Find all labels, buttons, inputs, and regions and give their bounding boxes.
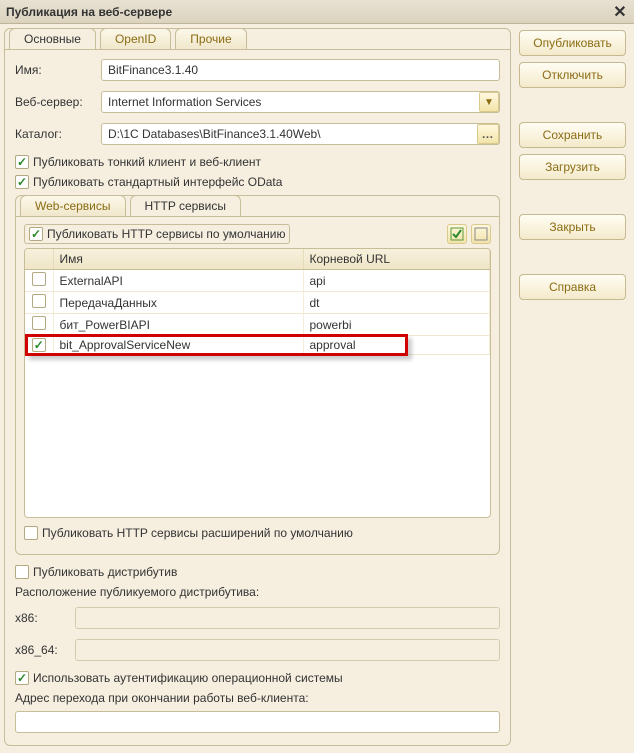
catalog-label: Каталог: bbox=[15, 127, 101, 141]
row-name: бит_PowerBIAPI bbox=[53, 314, 303, 336]
server-dropdown-button[interactable]: ▼ bbox=[479, 92, 499, 112]
table-row[interactable]: ПередачаДанных dt bbox=[25, 292, 490, 314]
distrib-checkbox[interactable] bbox=[15, 565, 29, 579]
title-bar: Публикация на веб-сервере ✕ bbox=[0, 0, 634, 24]
redirect-label: Адрес перехода при окончании работы веб-… bbox=[15, 691, 500, 705]
thin-client-label: Публиковать тонкий клиент и веб-клиент bbox=[33, 155, 261, 169]
odata-label: Публиковать стандартный интерфейс OData bbox=[33, 175, 282, 189]
window-title: Публикация на веб-сервере bbox=[6, 5, 172, 19]
thin-client-checkbox[interactable] bbox=[15, 155, 29, 169]
redirect-input[interactable] bbox=[15, 711, 500, 733]
http-default-label: Публиковать HTTP сервисы по умолчанию bbox=[47, 227, 285, 241]
row-url: dt bbox=[303, 292, 490, 314]
row-name: ПередачаДанных bbox=[53, 292, 303, 314]
x86-64-input[interactable] bbox=[75, 639, 500, 661]
row-url: powerbi bbox=[303, 314, 490, 336]
col-check[interactable] bbox=[25, 249, 53, 270]
col-url[interactable]: Корневой URL bbox=[303, 249, 490, 270]
odata-checkbox[interactable] bbox=[15, 175, 29, 189]
row-checkbox[interactable] bbox=[32, 338, 46, 352]
outer-tab-panel: Основные OpenID Прочие Имя: Веб-сервер: … bbox=[4, 28, 511, 746]
uncheck-all-icon bbox=[474, 227, 488, 241]
chevron-down-icon: ▼ bbox=[484, 97, 494, 108]
check-all-button[interactable] bbox=[447, 224, 467, 244]
row-checkbox[interactable] bbox=[32, 316, 46, 330]
name-input[interactable] bbox=[101, 59, 500, 81]
os-auth-label: Использовать аутентификацию операционной… bbox=[33, 671, 343, 685]
row-checkbox[interactable] bbox=[32, 272, 46, 286]
http-ext-default-label: Публиковать HTTP сервисы расширений по у… bbox=[42, 526, 353, 540]
disconnect-button[interactable]: Отключить bbox=[519, 62, 626, 88]
publish-button[interactable]: Опубликовать bbox=[519, 30, 626, 56]
row-name: bit_ApprovalServiceNew bbox=[53, 336, 303, 355]
check-all-icon bbox=[450, 227, 464, 241]
http-services-table: Имя Корневой URL ExternalAPI api bbox=[24, 248, 491, 518]
catalog-browse-button[interactable]: … bbox=[477, 124, 499, 144]
col-name[interactable]: Имя bbox=[53, 249, 303, 270]
http-ext-default-checkbox[interactable] bbox=[24, 526, 38, 540]
x86-64-label: x86_64: bbox=[15, 643, 75, 657]
row-url: approval bbox=[303, 336, 490, 355]
distrib-label: Публиковать дистрибутив bbox=[33, 565, 177, 579]
inner-tab-panel: Web-сервисы HTTP сервисы Публиковать HTT… bbox=[15, 195, 500, 555]
table-row[interactable]: бит_PowerBIAPI powerbi bbox=[25, 314, 490, 336]
help-button[interactable]: Справка bbox=[519, 274, 626, 300]
catalog-input[interactable] bbox=[101, 123, 500, 145]
tab-openid[interactable]: OpenID bbox=[100, 28, 171, 49]
os-auth-checkbox[interactable] bbox=[15, 671, 29, 685]
x86-input[interactable] bbox=[75, 607, 500, 629]
table-row[interactable]: bit_ApprovalServiceNew approval bbox=[25, 336, 490, 355]
save-button[interactable]: Сохранить bbox=[519, 122, 626, 148]
row-url: api bbox=[303, 270, 490, 292]
close-icon[interactable]: ✕ bbox=[608, 0, 632, 24]
http-default-checkbox[interactable] bbox=[29, 227, 43, 241]
distrib-location-label: Расположение публикуемого дистрибутива: bbox=[15, 585, 500, 599]
row-name: ExternalAPI bbox=[53, 270, 303, 292]
server-label: Веб-сервер: bbox=[15, 95, 101, 109]
uncheck-all-button[interactable] bbox=[471, 224, 491, 244]
load-button[interactable]: Загрузить bbox=[519, 154, 626, 180]
name-label: Имя: bbox=[15, 63, 101, 77]
tab-web-services[interactable]: Web-сервисы bbox=[20, 195, 126, 216]
tab-main[interactable]: Основные bbox=[9, 28, 96, 49]
row-checkbox[interactable] bbox=[32, 294, 46, 308]
tab-other[interactable]: Прочие bbox=[175, 28, 246, 49]
tab-http-services[interactable]: HTTP сервисы bbox=[130, 195, 242, 216]
x86-label: x86: bbox=[15, 611, 75, 625]
table-row[interactable]: ExternalAPI api bbox=[25, 270, 490, 292]
server-input[interactable] bbox=[101, 91, 500, 113]
ellipsis-icon: … bbox=[482, 127, 495, 141]
close-button[interactable]: Закрыть bbox=[519, 214, 626, 240]
